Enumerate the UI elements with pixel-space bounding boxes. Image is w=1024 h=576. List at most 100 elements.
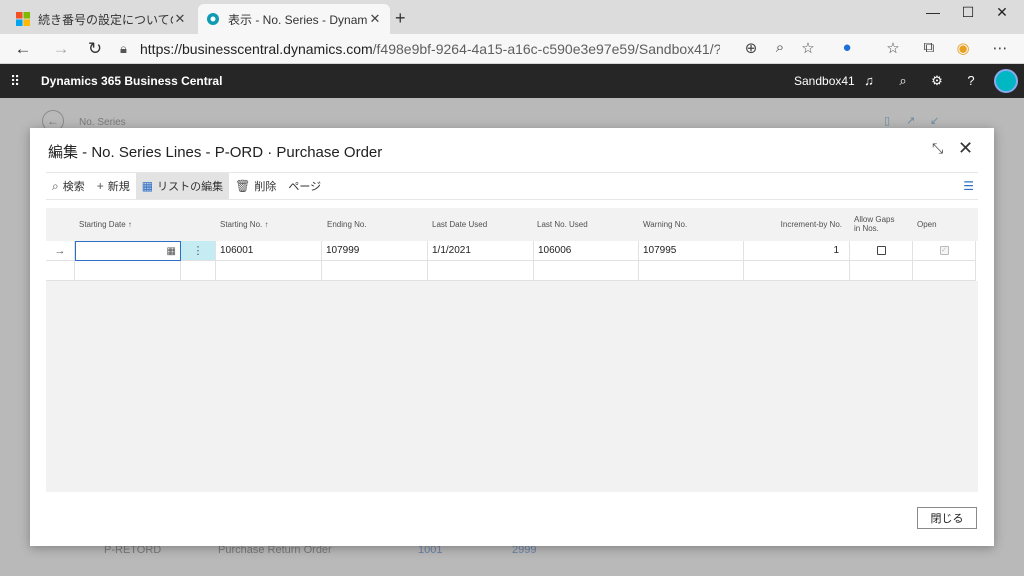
app-header: ⠿ Dynamics 365 Business Central Sandbox4… [0,64,1024,98]
starting-date-input[interactable]: ▦ [75,241,181,261]
starting-no-cell[interactable]: 106001 [216,241,322,261]
edit-list-icon: ▦ [141,179,154,193]
row-indicator-empty [46,261,75,281]
minimize-button[interactable]: — [918,4,948,20]
profile-icon[interactable]: ◉ [953,39,973,57]
table-row[interactable]: → ▦ ⋮ 106001 107999 1/1/2021 106006 1079… [46,241,978,261]
globe-extension-icon[interactable]: ● [837,39,857,56]
browser-tab-strip: 続き番号の設定についての紹介 - Le ✕ 表示 - No. Series - … [0,0,1024,34]
lines-grid-area: Starting Date ↑ Starting No. ↑ Ending No… [46,208,978,492]
col-header-ending-no[interactable]: Ending No. [327,208,427,240]
empty-cell[interactable] [639,261,744,281]
open-checkbox: ✓ [939,246,949,255]
favorite-star-icon[interactable]: ☆ [798,39,818,57]
dynamics-logo-icon [207,13,219,25]
edit-list-label: リストの編集 [157,181,224,193]
increment-by-cell[interactable]: 1 [744,241,850,261]
empty-cell[interactable] [428,261,534,281]
app-launcher-icon[interactable]: ⠿ [10,73,20,90]
favorites-icon[interactable]: ☆ [883,39,903,57]
col-header-warning-no[interactable]: Warning No. [643,208,743,240]
page-menu-button[interactable]: ページ [282,173,327,199]
more-menu-icon[interactable]: ⋯ [990,39,1010,57]
more-vertical-icon: ⋮ [192,245,204,257]
breadcrumb: No. Series [79,117,126,128]
plus-icon: + [96,179,104,193]
forward-arrow-icon[interactable]: → [50,39,72,59]
window-close-button[interactable]: ✕ [987,4,1017,21]
tab-close-icon[interactable]: ✕ [368,11,382,27]
dialog-title: 編集 - No. Series Lines - P-ORD · Purchase… [48,144,383,161]
last-no-used-cell[interactable]: 106006 [534,241,639,261]
allow-gaps-checkbox[interactable] [876,246,886,255]
app-name: Dynamics 365 Business Central [41,74,223,88]
tab-title: 続き番号の設定についての紹介 - Le [38,12,173,27]
open-cell: ✓ [913,241,976,261]
trash-icon: 🗑︎ [235,179,251,193]
browser-tab-active[interactable]: 表示 - No. Series - Dynamics 365 ✕ [198,4,390,34]
new-tab-button[interactable]: + [395,8,406,29]
lock-icon: 🔒︎ [120,41,127,56]
search-icon[interactable]: ⌕ [894,73,912,89]
empty-cell[interactable] [534,261,639,281]
address-bar-row: ← → ↻ 🔒︎ https://businesscentral.dynamic… [0,34,1024,64]
table-row-empty[interactable] [46,261,978,281]
new-button[interactable]: + 新規 [91,173,136,199]
allow-gaps-line1: Allow Gaps [854,215,895,224]
empty-cell[interactable] [913,261,976,281]
refresh-icon[interactable]: ↻ [84,39,106,59]
row-indicator: → [46,241,75,261]
gear-icon[interactable]: ⚙ [928,73,946,89]
edit-dialog: 編集 - No. Series Lines - P-ORD · Purchase… [30,128,994,546]
empty-cell[interactable] [75,261,181,281]
col-header-increment-by[interactable]: Increment-by No. [744,208,842,240]
collections-icon[interactable]: ⧉ [919,39,939,56]
empty-cell[interactable] [850,261,913,281]
back-arrow-icon[interactable]: ← [12,39,34,59]
row-actions-button[interactable]: ⋮ [181,241,216,261]
warning-no-cell[interactable]: 107995 [639,241,744,261]
col-header-last-no-used[interactable]: Last No. Used [537,208,637,240]
page-label: ページ [288,181,322,193]
allow-gaps-line2: in Nos. [854,224,879,233]
maximize-button[interactable]: ☐ [953,4,983,21]
close-icon[interactable]: ✕ [958,138,973,159]
search-label: 検索 [62,181,85,193]
collapse-icon: ↙ [930,115,940,127]
empty-cell[interactable] [322,261,428,281]
url-field[interactable]: 🔒︎ https://businesscentral.dynamics.com/… [120,37,826,61]
avatar[interactable] [994,69,1018,93]
empty-cell[interactable] [216,261,322,281]
new-label: 新規 [107,181,130,193]
empty-cell[interactable] [181,261,216,281]
open-new-window-icon: ↗ [906,115,916,127]
delete-button[interactable]: 🗑︎ 削除 [229,173,282,199]
col-header-starting-no[interactable]: Starting No. ↑ [220,208,320,240]
edit-list-button[interactable]: ▦ リストの編集 [135,173,230,199]
url-text: https://businesscentral.dynamics.com/f49… [140,41,720,57]
add-site-icon[interactable]: ⊕ [741,39,761,57]
browser-tab-docs[interactable]: 続き番号の設定についての紹介 - Le ✕ [8,4,195,34]
ending-no-cell[interactable]: 107999 [322,241,428,261]
tab-close-icon[interactable]: ✕ [173,11,187,27]
collapse-icon[interactable]: ⤡ [932,140,943,157]
empty-cell[interactable] [744,261,850,281]
close-button[interactable]: 閉じる [917,507,977,529]
zoom-icon[interactable]: ⌕ [770,39,790,56]
col-header-allow-gaps[interactable]: Allow Gaps in Nos. [854,208,914,240]
delete-label: 削除 [254,181,277,193]
search-button[interactable]: ⌕ 検索 [46,173,91,199]
last-date-used-cell[interactable]: 1/1/2021 [428,241,534,261]
list-view-icon[interactable]: ☰ [963,179,974,193]
bell-icon[interactable]: ♫ [860,73,878,88]
col-header-last-date-used[interactable]: Last Date Used [432,208,532,240]
tab-title: 表示 - No. Series - Dynamics 365 [228,12,368,27]
col-header-starting-date[interactable]: Starting Date ↑ [79,208,179,240]
allow-gaps-cell[interactable] [850,241,913,261]
col-header-open[interactable]: Open [917,208,967,240]
microsoft-logo-icon [16,12,30,26]
help-icon[interactable]: ? [962,73,980,88]
company-name[interactable]: Sandbox41 [794,74,855,88]
calendar-icon[interactable]: ▦ [167,246,176,257]
search-icon: ⌕ [52,178,59,193]
